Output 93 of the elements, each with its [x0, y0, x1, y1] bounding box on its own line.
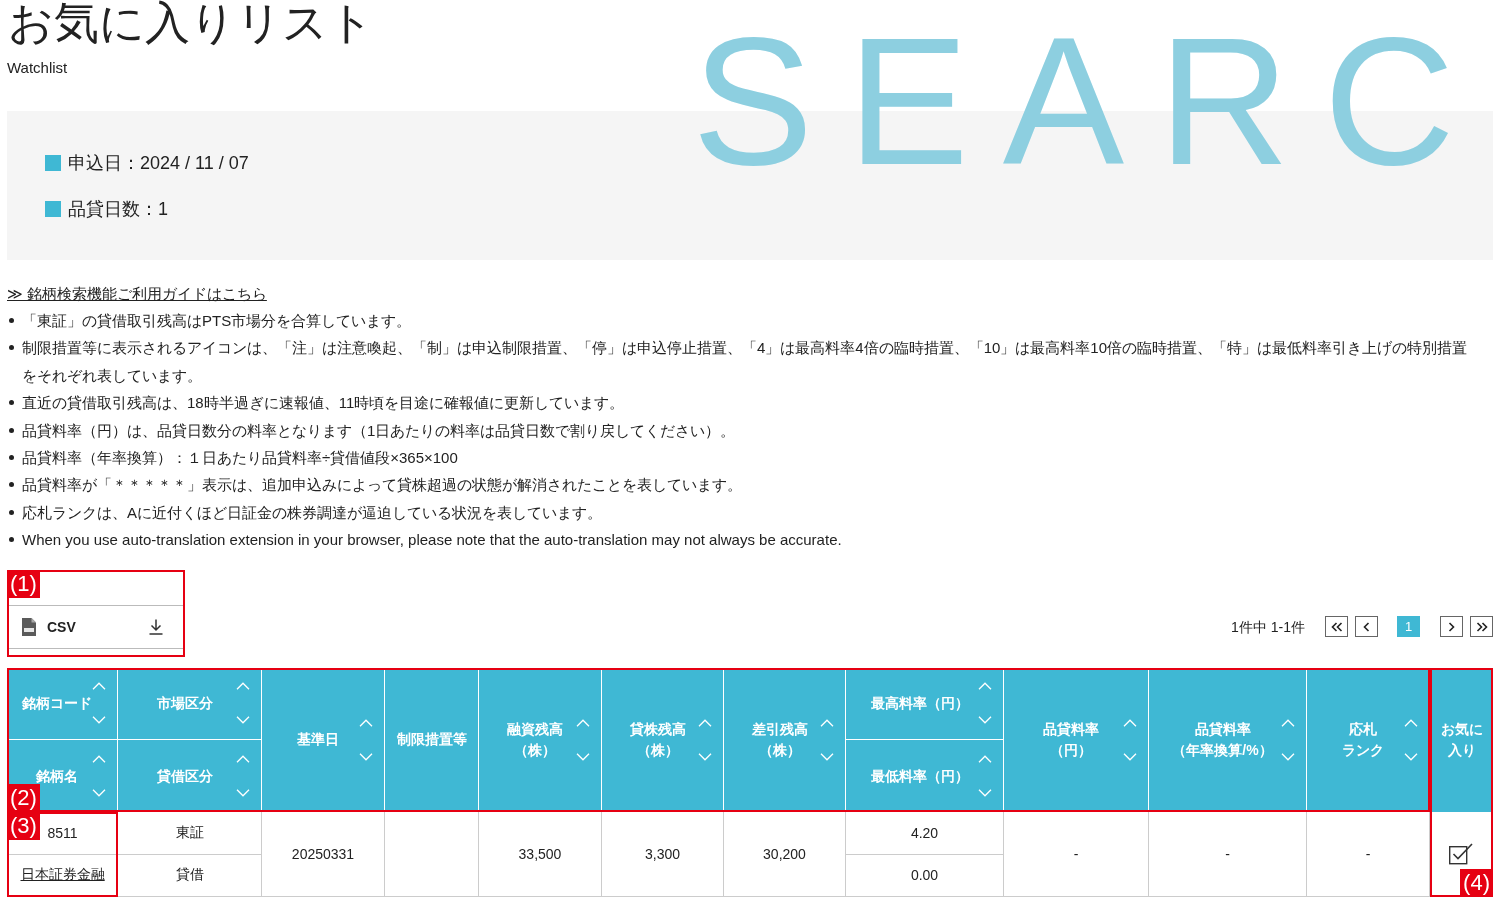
table-cell: 20250331: [262, 811, 385, 897]
table-cell: 33,500: [479, 811, 602, 897]
chevron-up-icon[interactable]: [1123, 718, 1137, 727]
annotation-label: (2): [7, 783, 40, 812]
chevron-up-icon[interactable]: [359, 718, 373, 727]
table-cell: 30,200: [724, 811, 846, 897]
note-text: 品貸料率（円）は、品貸日数分の料率となります（1日あたりの料率は品貸日数で割り戻してください）。: [22, 420, 736, 441]
column-heading: お気に 入り: [1440, 719, 1483, 760]
annotation-label: (4): [1460, 868, 1493, 897]
column-heading: 貸借区分: [156, 767, 213, 784]
chevron-down-icon[interactable]: [236, 788, 250, 797]
double-chevron-right-icon: [1475, 621, 1488, 632]
chevron-up-icon[interactable]: [236, 682, 250, 691]
page-summary: 1件中 1-1件: [1231, 617, 1305, 637]
table-cell: -: [1149, 811, 1307, 897]
chevron-up-icon[interactable]: [1281, 718, 1295, 727]
chevron-up-icon[interactable]: [978, 682, 992, 691]
annotation-label: (3): [7, 811, 40, 840]
bullet-icon: [9, 318, 14, 323]
column-heading: 銘柄名: [36, 767, 78, 784]
column-heading: 差引残高 （株）: [751, 719, 808, 760]
note-text: 応札ランクは、Aに近付くほど日証金の株券調達が逼迫している状況を表しています。: [22, 502, 602, 523]
column-heading: 制限措置等: [396, 730, 467, 750]
note-text: 制限措置等に表示されるアイコンは、「注」は注意喚起、「制」は申込制限措置、「停」は申込停止措置、「4」は最高料率4倍の臨時措置、「10」は最高料率10倍の臨時措置、「特」は最低料率引き上げの特別措置をそれぞれ表しています。: [22, 338, 1469, 386]
chevron-down-icon[interactable]: [1404, 752, 1418, 761]
csv-button[interactable]: CSV: [8, 604, 184, 649]
next-page-button[interactable]: [1440, 616, 1463, 638]
table-cell: 東証: [118, 811, 262, 855]
note-text: 品貸料率（年率換算）：１日あたり品貸料率÷貸借値段×365×100: [22, 448, 458, 469]
note-text: 品貸料率が「＊＊＊＊＊」表示は、追加申込みによって貸株超過の状態が解消されたことを表しています。: [22, 475, 742, 496]
background-text: SEARC: [692, 0, 1490, 204]
chevron-up-icon[interactable]: [978, 754, 992, 763]
note-text: 直近の貸借取引残高は、18時半過ぎに速報値、11時頃を目途に確報値に更新しています。: [22, 393, 625, 414]
column-heading: 最高料率（円）: [870, 695, 969, 712]
column-heading: 品貸料率 （円）: [1043, 719, 1099, 760]
bullet-icon: [9, 482, 14, 488]
bullet-icon: [9, 537, 14, 543]
chevron-left-icon: [1363, 621, 1370, 632]
chevron-up-icon[interactable]: [576, 718, 590, 727]
chevron-down-icon[interactable]: [92, 788, 106, 797]
square-marker-icon: [45, 201, 61, 217]
column-heading: 基準日: [297, 730, 339, 750]
info-text: 申込日：2024 / 11 / 07: [68, 152, 249, 175]
table-cell: -: [1307, 811, 1430, 897]
chevron-down-icon[interactable]: [820, 752, 834, 761]
bullet-icon: [9, 455, 14, 461]
first-page-button[interactable]: [1325, 616, 1348, 638]
favorite-checkbox[interactable]: [1449, 842, 1473, 865]
previous-page-button[interactable]: [1355, 616, 1378, 638]
table-cell: 4.20: [846, 811, 1004, 855]
column-heading: 最低料率（円）: [870, 767, 969, 784]
column-heading: 応札 ランク: [1342, 719, 1384, 760]
column-heading: 品貸料率 （年率換算/%）: [1172, 719, 1273, 760]
chevron-down-icon[interactable]: [698, 752, 712, 761]
chevron-down-icon[interactable]: [978, 788, 992, 797]
table-cell: -: [1004, 811, 1149, 897]
column-heading: 融資残高 （株）: [507, 719, 563, 760]
double-chevron-left-icon: [1330, 621, 1343, 632]
guide-link[interactable]: ≫ 銘柄検索機能ご利用ガイドはこちら: [7, 280, 267, 307]
chevron-down-icon[interactable]: [1281, 752, 1295, 761]
chevron-up-icon[interactable]: [236, 754, 250, 763]
info-text: 品貸日数：1: [68, 198, 168, 221]
chevron-down-icon[interactable]: [359, 752, 373, 761]
chevron-up-icon[interactable]: [92, 754, 106, 763]
column-heading: 銘柄コード: [22, 695, 92, 712]
chevron-up-icon[interactable]: [1404, 718, 1418, 727]
bullet-icon: [9, 345, 14, 351]
chevron-up-icon[interactable]: [698, 718, 712, 727]
page-title: お気に入りリスト: [7, 0, 375, 46]
table-cell: 3,300: [602, 811, 724, 897]
chevron-down-icon[interactable]: [92, 716, 106, 725]
bullet-icon: [9, 509, 14, 515]
note-text: When you use auto-translation extension in your browser, please note that the auto-translation may not always be accurate.: [22, 530, 842, 551]
note-text: 「東証」の貸借取引残高はPTS市場分を合算しています。: [22, 311, 412, 331]
last-page-button[interactable]: [1470, 616, 1493, 638]
chevron-down-icon[interactable]: [978, 716, 992, 725]
chevron-up-icon[interactable]: [92, 682, 106, 691]
chevron-right-icon: [1448, 621, 1455, 632]
chevron-down-icon[interactable]: [1123, 752, 1137, 761]
chevron-down-icon[interactable]: [236, 716, 250, 725]
column-heading: 市場区分: [156, 695, 213, 712]
bullet-icon: [9, 427, 14, 433]
bullet-icon: [9, 400, 14, 406]
file-icon: [22, 617, 36, 636]
table-cell: 貸借: [118, 854, 262, 897]
table-cell: 0.00: [846, 854, 1004, 897]
page-subtitle: Watchlist: [7, 58, 69, 78]
annotation-label: (1): [7, 569, 40, 598]
square-marker-icon: [45, 155, 61, 171]
column-heading: 貸株残高 （株）: [629, 719, 686, 760]
chevron-down-icon[interactable]: [576, 752, 590, 761]
chevron-up-icon[interactable]: [820, 718, 834, 727]
download-icon: [149, 618, 163, 635]
